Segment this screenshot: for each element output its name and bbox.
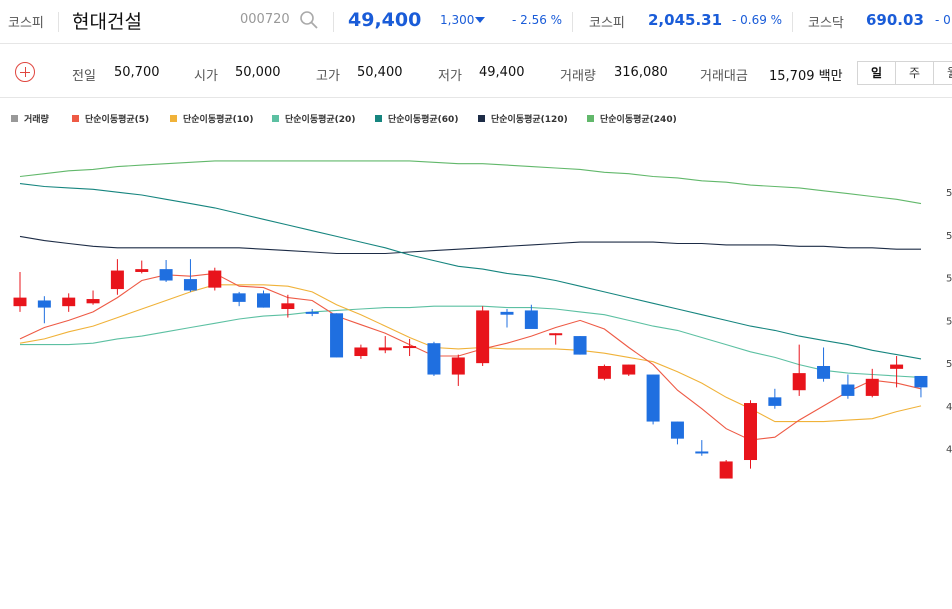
stock-code: 000720	[240, 12, 290, 27]
search-icon[interactable]	[299, 10, 319, 30]
series-line-ma60	[19, 183, 922, 360]
high-value: 50,400	[357, 65, 403, 80]
series-line-ma10	[19, 284, 922, 423]
kospi-label: 코스피	[589, 16, 625, 31]
plus-circle-icon[interactable]	[15, 62, 35, 82]
candle-body	[914, 375, 928, 388]
candle-body	[378, 347, 392, 351]
candle-body	[330, 313, 344, 358]
tab-weekly[interactable]: 주	[895, 61, 934, 85]
candle-body	[890, 364, 904, 369]
low-value: 49,400	[479, 65, 525, 80]
amount-value: 15,709 백만	[769, 69, 843, 84]
candle-body	[305, 311, 319, 314]
kosdaq-value: 690.03	[866, 11, 924, 29]
kospi-pct: - 0.69 %	[732, 13, 783, 27]
candle-body	[817, 365, 831, 379]
open-value: 50,000	[235, 65, 281, 80]
high-label: 고가	[316, 69, 340, 84]
divider	[572, 12, 573, 32]
candle-body	[597, 365, 611, 379]
legend-swatch	[72, 115, 79, 122]
stock-header: 코스피 현대건설 000720 49,400 1,300 - 2.56 % 코스…	[0, 0, 952, 44]
candle-body	[524, 310, 538, 329]
series-line-ma5	[19, 272, 922, 441]
candle-body	[865, 378, 879, 396]
candle-body	[427, 343, 441, 375]
price-change: 1,300	[440, 13, 475, 27]
candle-body	[183, 279, 197, 291]
candle-body	[573, 336, 587, 355]
candle-body	[62, 297, 76, 307]
candle-body	[13, 297, 27, 307]
tab-daily[interactable]: 일	[857, 61, 896, 85]
legend-swatch	[272, 115, 279, 122]
candle-body	[719, 461, 733, 479]
current-price: 49,400	[348, 9, 422, 31]
legend-swatch	[170, 115, 177, 122]
stock-name[interactable]: 현대건설	[72, 7, 142, 34]
series-line-ma20	[20, 305, 922, 378]
candle-body	[476, 310, 490, 364]
legend-swatch	[587, 115, 594, 122]
candle-body	[549, 333, 563, 336]
legend-swatch	[375, 115, 382, 122]
candle-body	[159, 269, 173, 281]
market-label: 코스피	[8, 16, 44, 31]
kospi-value: 2,045.31	[648, 11, 723, 29]
volume-label: 거래량	[560, 69, 596, 84]
kosdaq-label: 코스닥	[808, 16, 844, 31]
candle-body	[403, 346, 417, 349]
y-tick-label: 4	[946, 445, 952, 456]
candle-body	[670, 421, 684, 439]
series-line-ma120	[19, 235, 921, 255]
candle-body	[744, 403, 757, 461]
candle-body	[646, 374, 660, 422]
candle-body	[135, 269, 149, 272]
candle-body	[110, 270, 124, 290]
legend-swatch	[478, 115, 485, 122]
open-label: 시가	[194, 69, 218, 84]
candle-body	[37, 300, 51, 308]
divider	[792, 12, 793, 32]
candle-body	[281, 303, 295, 310]
candle-body	[695, 451, 709, 454]
candle-body	[792, 373, 806, 391]
y-tick-label: 5	[946, 188, 952, 199]
prev-close-value: 50,700	[114, 65, 160, 80]
y-tick-label: 5	[946, 274, 952, 285]
candle-body	[841, 384, 855, 396]
y-tick-label: 4	[946, 402, 952, 413]
period-tabs: 일 주 월	[857, 61, 952, 85]
y-tick-label: 5	[946, 316, 952, 327]
triangle-down-icon	[475, 17, 485, 23]
y-tick-label: 5	[946, 231, 952, 242]
candle-body	[208, 270, 222, 288]
candle-body	[500, 311, 514, 315]
divider	[58, 12, 59, 32]
candle-body	[232, 293, 246, 302]
legend-swatch	[11, 115, 18, 122]
divider	[333, 12, 334, 32]
candle-body	[257, 293, 270, 308]
low-label: 저가	[438, 69, 462, 84]
candle-body	[768, 397, 782, 406]
candle-body	[622, 364, 636, 375]
amount-label: 거래대금	[700, 69, 748, 84]
tab-monthly[interactable]: 월	[933, 61, 952, 85]
volume-value: 316,080	[614, 65, 668, 80]
prev-close-label: 전일	[72, 69, 96, 84]
price-change-pct: - 2.56 %	[512, 13, 563, 27]
candlestick-chart[interactable]: 5 5 5 5 5 4 4	[0, 130, 952, 609]
price-info-bar: 전일 50,700 시가 50,000 고가 50,400 저가 49,400 …	[0, 44, 952, 98]
candle-body	[451, 357, 465, 375]
candle-body	[86, 299, 100, 304]
candle-body	[354, 347, 368, 357]
y-tick-label: 5	[946, 359, 952, 370]
kosdaq-pct: - 0.9	[935, 13, 952, 27]
